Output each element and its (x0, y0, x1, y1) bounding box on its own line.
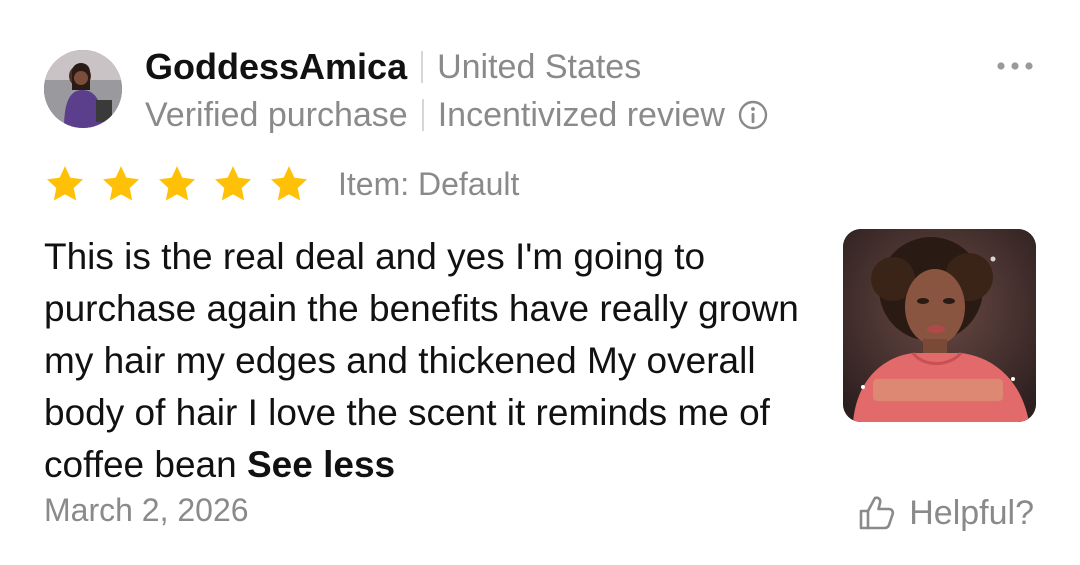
see-less-link[interactable]: See less (247, 444, 395, 485)
star-icon (46, 166, 84, 201)
thumbs-up-icon (859, 496, 895, 530)
rating-row: Item: Default (44, 160, 519, 208)
review-badges: Verified purchase Incentivized review (145, 93, 769, 137)
more-horizontal-icon[interactable] (996, 58, 1034, 74)
helpful-button[interactable]: Helpful? (857, 490, 1034, 536)
star-icon (214, 166, 252, 201)
review-text: This is the real deal and yes I'm going … (44, 236, 799, 485)
reviewer-avatar[interactable] (44, 50, 122, 128)
reviewer-country: United States (437, 47, 642, 86)
star-icon (102, 166, 140, 201)
review-card: GoddessAmica United States Verified purc… (0, 0, 1080, 565)
star-icon (270, 166, 308, 201)
review-photo[interactable] (843, 229, 1036, 422)
info-circle-icon[interactable] (737, 99, 769, 131)
review-date: March 2, 2026 (44, 492, 249, 528)
star-rating (44, 163, 324, 205)
star-icon (158, 166, 196, 201)
item-variant-label: Item: Default (338, 165, 520, 202)
review-body: This is the real deal and yes I'm going … (44, 231, 824, 491)
reviewer-name-line: GoddessAmica United States (145, 45, 641, 89)
reviewer-username[interactable]: GoddessAmica (145, 46, 407, 88)
separator (421, 99, 424, 131)
verified-purchase-badge: Verified purchase (145, 95, 408, 134)
separator (421, 51, 424, 83)
incentivized-review-badge: Incentivized review (437, 95, 725, 134)
helpful-label: Helpful? (909, 493, 1034, 532)
